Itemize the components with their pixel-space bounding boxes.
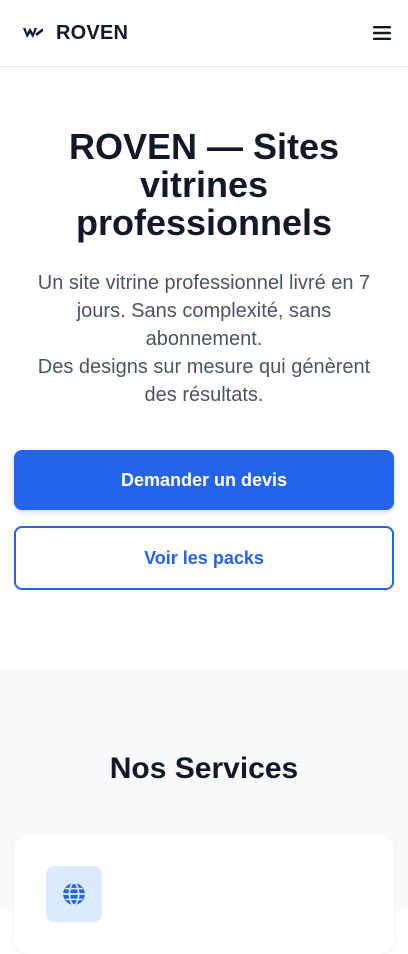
services-title: Nos Services (109, 752, 299, 785)
brand-name: ROVEN (56, 21, 129, 44)
globe-icon (63, 882, 85, 906)
hamburger-menu-icon (373, 26, 391, 40)
request-quote-button[interactable]: Demander un devis (14, 450, 394, 510)
roven-logo-icon (23, 28, 43, 38)
hero-subtitle: Un site vitrine professionnel livré en 7… (22, 269, 386, 409)
hero-title: ROVEN — Sites vitrines professionnels (68, 126, 340, 243)
brand[interactable]: ROVEN (22, 22, 128, 45)
service-icon-box (46, 866, 102, 922)
site-header: ROVEN (0, 0, 408, 67)
hero-subtitle-line-2: Des designs sur mesure qui génèrent des … (37, 356, 371, 406)
service-card[interactable] (14, 834, 394, 954)
view-packs-button[interactable]: Voir les packs (14, 526, 394, 590)
hero-section: ROVEN — Sites vitrines professionnels Un… (0, 67, 408, 670)
services-section: Nos Services (0, 670, 408, 954)
menu-button[interactable] (370, 21, 394, 45)
hero-subtitle-line-1: Un site vitrine professionnel livré en 7… (37, 272, 371, 350)
